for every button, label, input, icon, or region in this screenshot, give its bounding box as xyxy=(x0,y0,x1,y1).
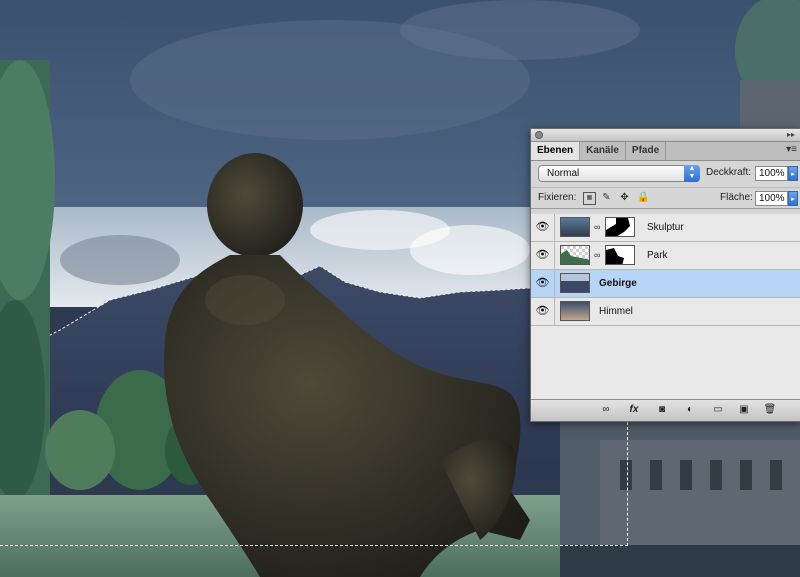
layer-thumbnail xyxy=(560,245,590,265)
blend-mode-value: Normal xyxy=(547,168,580,179)
layers-panel[interactable]: ▸▸ Ebenen Kanäle Pfade ▾≡ Normal ▲ ▼ Deck… xyxy=(530,128,800,422)
fx-icon[interactable]: fx xyxy=(627,403,641,417)
lock-transparency-icon[interactable]: ▦ xyxy=(583,192,596,205)
tab-kanaele[interactable]: Kanäle xyxy=(580,142,626,160)
panel-titlebar[interactable]: ▸▸ xyxy=(531,129,800,142)
visibility-eye-icon[interactable]: 👁 xyxy=(531,298,555,325)
layer-name[interactable]: Park xyxy=(647,250,668,261)
opacity-field[interactable]: 100% xyxy=(755,166,788,181)
panel-tabs: Ebenen Kanäle Pfade ▾≡ xyxy=(531,142,800,161)
blend-row: Normal ▲ ▼ Deckkraft: 100% ▸ xyxy=(531,161,800,187)
new-layer-icon[interactable]: ▣ xyxy=(737,403,751,417)
link-layers-icon[interactable]: ∞ xyxy=(599,403,613,417)
layer-thumbnail xyxy=(560,301,590,321)
fill-dropdown-icon[interactable]: ▸ xyxy=(788,191,798,206)
layer-row-gebirge[interactable]: 👁 Gebirge xyxy=(531,270,800,298)
fill-label: Fläche: xyxy=(720,192,753,203)
layer-mask-thumbnail[interactable] xyxy=(605,217,635,237)
layer-thumbnail xyxy=(560,217,590,237)
fill-field[interactable]: 100% xyxy=(755,191,788,206)
blend-mode-select[interactable]: Normal ▲ ▼ xyxy=(538,165,700,182)
tab-ebenen[interactable]: Ebenen xyxy=(531,142,581,160)
adjustment-layer-icon[interactable]: ◐ xyxy=(683,403,697,417)
close-icon[interactable] xyxy=(535,131,543,139)
visibility-eye-icon[interactable]: 👁 xyxy=(531,270,555,297)
updown-arrows-icon: ▲ ▼ xyxy=(684,165,700,182)
layer-row-himmel[interactable]: 👁 Himmel xyxy=(531,298,800,326)
layer-row-park[interactable]: 👁 ∞ Park xyxy=(531,242,800,270)
opacity-label: Deckkraft: xyxy=(706,167,752,178)
visibility-eye-icon[interactable]: 👁 xyxy=(531,242,555,269)
layer-name[interactable]: Gebirge xyxy=(599,278,637,289)
layers-list: 👁 ∞ Skulptur 👁 ∞ Park 👁 Gebirge 👁 Himmel xyxy=(531,214,800,400)
collapse-icon[interactable]: ▸▸ xyxy=(787,130,795,140)
layer-mask-thumbnail[interactable] xyxy=(605,245,635,265)
visibility-eye-icon[interactable]: 👁 xyxy=(531,214,555,241)
tab-pfade[interactable]: Pfade xyxy=(626,142,667,160)
lock-pixels-brush-icon[interactable]: ✎ xyxy=(601,192,612,203)
trash-icon[interactable]: 🗑 xyxy=(763,403,777,417)
new-group-icon[interactable]: ▭ xyxy=(711,403,725,417)
layer-name[interactable]: Himmel xyxy=(599,306,633,317)
opacity-dropdown-icon[interactable]: ▸ xyxy=(788,166,798,181)
selection-marquee xyxy=(0,545,628,546)
lock-position-move-icon[interactable]: ✥ xyxy=(619,192,630,203)
lock-all-icon[interactable]: 🔒 xyxy=(637,192,649,203)
mask-link-icon[interactable]: ∞ xyxy=(594,250,600,260)
layer-name[interactable]: Skulptur xyxy=(647,222,684,233)
mask-link-icon[interactable]: ∞ xyxy=(594,222,600,232)
add-mask-icon[interactable]: ◙ xyxy=(655,403,669,417)
layer-row-skulptur[interactable]: 👁 ∞ Skulptur xyxy=(531,214,800,242)
lock-label: Fixieren: xyxy=(538,192,577,203)
panel-bottom-toolbar: ∞ fx ◙ ◐ ▭ ▣ 🗑 xyxy=(531,399,800,421)
lock-row: Fixieren: ▦ ✎ ✥ 🔒 Fläche: 100% ▸ xyxy=(531,187,800,209)
layer-thumbnail xyxy=(560,273,590,293)
selection-marquee-edge xyxy=(627,422,628,546)
panel-menu-icon[interactable]: ▾≡ xyxy=(786,144,797,155)
